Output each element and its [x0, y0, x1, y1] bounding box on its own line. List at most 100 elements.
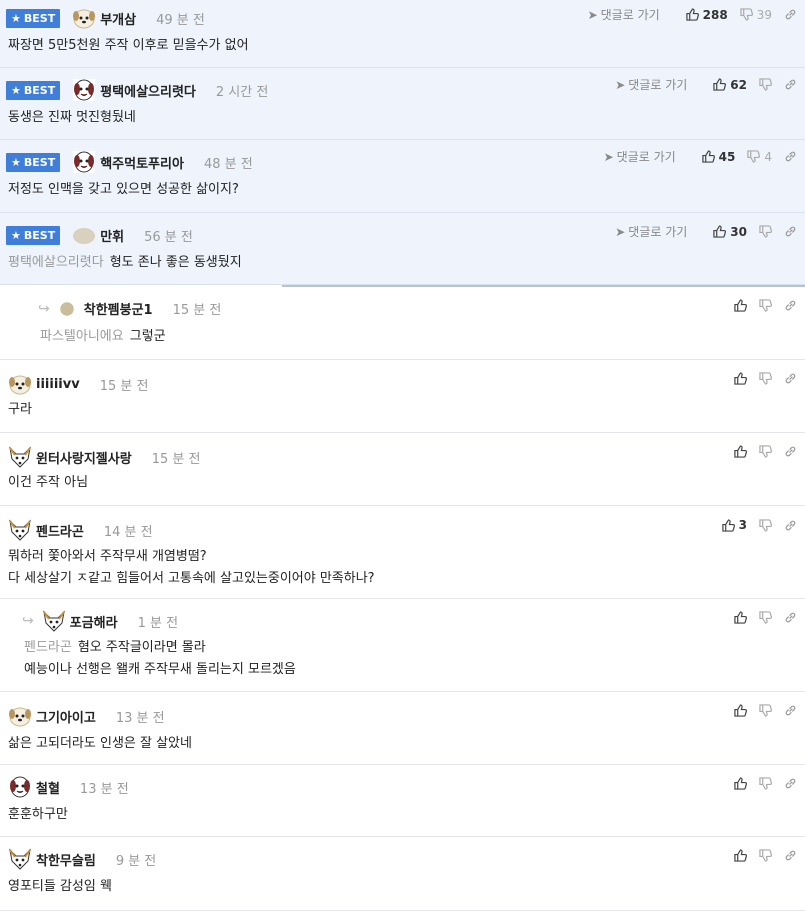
upvote-button[interactable] [734, 777, 747, 790]
avatar-fox-icon[interactable] [42, 609, 66, 633]
comment-text: 저정도 인맥을 갖고 있으면 성공한 삶이지? [8, 182, 239, 197]
reply-arrow-icon: ↪ [22, 613, 34, 629]
downvote-button[interactable]: 39 [740, 8, 772, 22]
comment-author[interactable]: 핵주먹토푸리아 [100, 153, 184, 172]
thumbs-up-icon [685, 8, 699, 21]
mention[interactable]: 펜드라곤 [24, 640, 72, 655]
comment-author[interactable]: 부개삼 [100, 9, 136, 28]
upvote-button[interactable] [734, 611, 747, 624]
comment-author[interactable]: 평택에살으리렷다 [100, 81, 196, 100]
share-link-button[interactable] [784, 611, 797, 624]
downvote-button[interactable] [759, 777, 772, 790]
upvote-button[interactable] [734, 704, 747, 717]
link-icon [785, 520, 796, 530]
avatar-dog-icon[interactable] [8, 775, 32, 799]
downvote-button[interactable] [759, 704, 772, 717]
comment-time: 13 분 전 [115, 710, 165, 726]
comment-text: 뭐하러 쫓아와서 주작무새 개염병떰? [8, 549, 207, 564]
comment-author[interactable]: 펜드라곤 [36, 521, 84, 540]
avatar-blob-icon[interactable] [58, 300, 76, 318]
comment-actions [722, 704, 797, 717]
comment-actions: ➤ 댓글로 가기 45 4 [604, 148, 797, 165]
comment-author[interactable]: 착한무슬림 [36, 850, 96, 869]
upvote-button[interactable]: 30 [713, 225, 747, 239]
downvote-button[interactable] [759, 225, 772, 238]
share-link-button[interactable] [784, 150, 797, 163]
comment-author[interactable]: 포금해라 [70, 612, 118, 631]
mention[interactable]: 평택에살으리렷다 [8, 255, 104, 270]
comment: 철혈 13 분 전 훈훈하구만 [0, 765, 805, 837]
thumbs-up-icon [734, 849, 747, 862]
thumbs-down-icon [740, 8, 753, 21]
share-link-button[interactable] [784, 849, 797, 862]
share-link-button[interactable] [784, 8, 797, 21]
share-link-button[interactable] [784, 777, 797, 790]
comment-author[interactable]: iiiiiivv [36, 377, 80, 392]
go-to-reply-link[interactable]: ➤ 댓글로 가기 [615, 76, 687, 93]
thumbs-down-icon [759, 611, 772, 624]
comment-author[interactable]: 착한펨붕군1 [84, 299, 153, 318]
share-link-button[interactable] [784, 519, 797, 532]
downvote-button[interactable] [759, 611, 772, 624]
comment-header: ↪ 착한펨붕군1 15 분 전 [38, 299, 221, 319]
upvote-button[interactable]: 62 [713, 78, 747, 92]
share-link-button[interactable] [784, 445, 797, 458]
downvote-button[interactable] [759, 299, 772, 312]
upvote-button[interactable]: 288 [685, 8, 728, 22]
downvote-button[interactable] [759, 445, 772, 458]
thumbs-down-icon [759, 704, 772, 717]
link-icon [785, 705, 796, 716]
share-link-button[interactable] [784, 78, 797, 91]
avatar-blob-icon[interactable] [72, 223, 96, 247]
downvote-button[interactable] [759, 78, 772, 91]
avatar-dog-icon[interactable] [72, 150, 96, 174]
share-link-button[interactable] [784, 372, 797, 385]
comment-author[interactable]: 윈터사랑지젤사랑 [36, 448, 132, 467]
downvote-button[interactable] [759, 849, 772, 862]
comment-body: 펜드라곤 혐오 주작글이라면 몰라 예능이나 선행은 왤캐 주작무새 돌리는지 모르… [24, 637, 296, 681]
thumbs-down-icon [759, 78, 772, 91]
go-to-reply-link[interactable]: ➤ 댓글로 가기 [615, 223, 687, 240]
share-link-button[interactable] [784, 299, 797, 312]
go-to-reply-link[interactable]: ➤ 댓글로 가기 [588, 6, 660, 23]
upvote-button[interactable]: 45 [701, 150, 735, 164]
upvote-button[interactable] [734, 372, 747, 385]
comment-actions [722, 611, 797, 624]
comment-body: 이건 주작 아님 [8, 471, 88, 495]
avatar-dog-icon[interactable] [72, 6, 96, 30]
reply-comment: ↪ 포금해라 1 분 전 펜드라곤 혐오 주작글이라면 몰라 예능이나 선행은 왤캐… [0, 599, 805, 692]
avatar-dog-icon[interactable] [8, 372, 32, 396]
upvote-button[interactable] [734, 299, 747, 312]
downvote-button[interactable]: 4 [747, 150, 772, 164]
mention[interactable]: 파스텔아니에요 [40, 329, 124, 344]
comment-header: ★ BEST 만휘 56 분 전 [6, 223, 193, 247]
upvote-button[interactable]: 3 [721, 518, 747, 532]
avatar-fox-icon[interactable] [8, 518, 32, 542]
thumbs-up-icon [713, 78, 727, 91]
thumbs-down-icon [759, 372, 772, 385]
upvote-button[interactable] [734, 445, 747, 458]
avatar-fox-icon[interactable] [8, 847, 32, 871]
comment-body: 평택에살으리렷다 형도 존나 좋은 동생뒀지 [8, 251, 242, 275]
downvote-button[interactable] [759, 372, 772, 385]
downvote-button[interactable] [759, 518, 772, 532]
comment-actions [722, 299, 797, 312]
comment-author[interactable]: 철혈 [36, 778, 60, 797]
comment-time: 13 분 전 [79, 781, 129, 797]
go-to-reply-link[interactable]: ➤ 댓글로 가기 [604, 148, 676, 165]
share-link-button[interactable] [784, 704, 797, 717]
avatar-dog-icon[interactable] [8, 704, 32, 728]
thumbs-down-icon [759, 518, 772, 532]
comment-author[interactable]: 만휘 [100, 226, 124, 245]
upvote-button[interactable] [734, 849, 747, 862]
thumbs-up-icon [734, 704, 747, 717]
comment-author[interactable]: 그기아이고 [36, 707, 96, 726]
comment-text: 영포티들 감성임 웩 [8, 879, 112, 894]
upvote-count: 30 [730, 224, 747, 239]
share-link-button[interactable] [784, 225, 797, 238]
comment-time: 9 분 전 [115, 853, 157, 869]
comment-time: 14 분 전 [103, 524, 153, 540]
thumbs-down-icon [747, 150, 761, 163]
avatar-dog-icon[interactable] [72, 78, 96, 102]
avatar-fox-icon[interactable] [8, 445, 32, 469]
